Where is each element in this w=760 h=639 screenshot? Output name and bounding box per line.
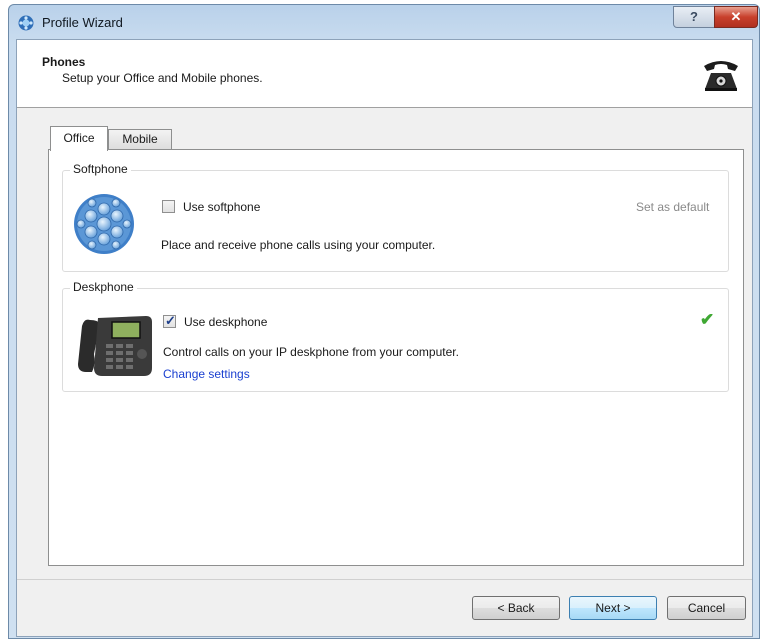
window-title: Profile Wizard xyxy=(42,15,123,30)
profile-wizard-window: Profile Wizard ? ✕ Phones Setup your Off… xyxy=(8,4,760,639)
use-softphone-label[interactable]: Use softphone xyxy=(183,200,260,214)
change-settings-link[interactable]: Change settings xyxy=(163,367,250,381)
wizard-header: Phones Setup your Office and Mobile phon… xyxy=(17,40,752,108)
deskphone-group-label: Deskphone xyxy=(70,280,137,294)
status-check-icon: ✔ xyxy=(700,310,715,329)
use-deskphone-checkbox[interactable]: ✓ xyxy=(163,313,176,328)
help-button[interactable]: ? xyxy=(673,6,715,28)
page-subtitle: Setup your Office and Mobile phones. xyxy=(62,71,263,85)
checkmark-icon: ✓ xyxy=(165,313,176,328)
use-softphone-checkbox[interactable] xyxy=(162,200,175,213)
footer-divider xyxy=(17,579,752,580)
app-icon xyxy=(18,15,34,31)
use-deskphone-label[interactable]: Use deskphone xyxy=(184,315,267,329)
help-icon: ? xyxy=(690,9,698,24)
deskphone-group: Deskphone ✓ Use deskphone ✔ Control call… xyxy=(62,280,729,392)
telephone-icon xyxy=(704,61,738,91)
title-bar[interactable]: Profile Wizard ? ✕ xyxy=(9,5,759,39)
cancel-button[interactable]: Cancel xyxy=(667,596,746,620)
tab-office[interactable]: Office xyxy=(50,126,108,151)
close-icon: ✕ xyxy=(730,9,742,24)
deskphone-icon xyxy=(78,316,152,376)
wizard-body: Phones Setup your Office and Mobile phon… xyxy=(16,39,753,637)
next-button[interactable]: Next > xyxy=(569,596,657,620)
office-tab-panel: Softphone Use softphone Set as default P… xyxy=(48,149,744,566)
softphone-group-label: Softphone xyxy=(70,162,131,176)
softphone-globe-icon xyxy=(74,194,134,254)
page-title: Phones xyxy=(42,55,86,69)
deskphone-description: Control calls on your IP deskphone from … xyxy=(163,345,459,359)
close-button[interactable]: ✕ xyxy=(714,6,758,28)
back-button[interactable]: < Back xyxy=(472,596,560,620)
softphone-description: Place and receive phone calls using your… xyxy=(161,238,436,252)
softphone-group: Softphone Use softphone Set as default P… xyxy=(62,162,729,272)
set-as-default-link[interactable]: Set as default xyxy=(636,200,709,214)
tab-mobile[interactable]: Mobile xyxy=(108,129,172,150)
